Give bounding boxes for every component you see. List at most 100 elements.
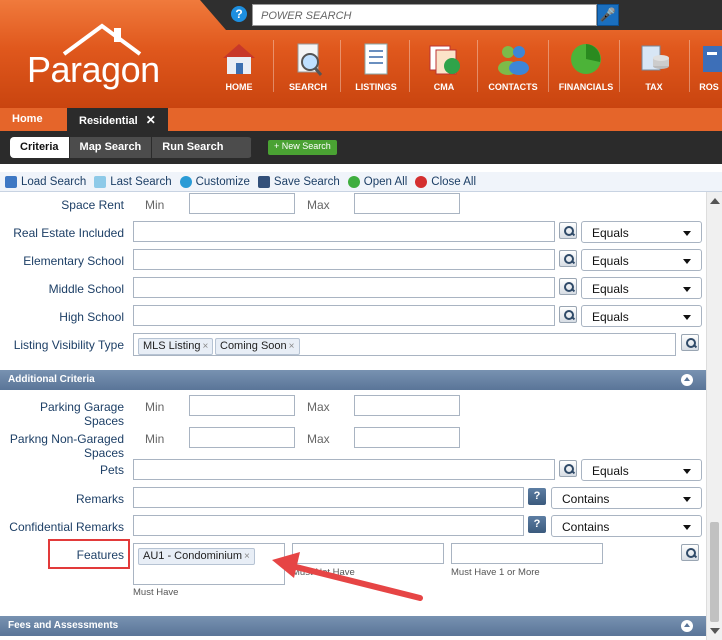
parking-non-garaged-max-label: Max	[307, 432, 330, 446]
customize-button[interactable]: Customize	[179, 175, 250, 188]
tag-coming-soon[interactable]: Coming Soon ×	[215, 338, 300, 355]
pets-input[interactable]	[133, 459, 555, 480]
close-tab-icon[interactable]: ✕	[146, 113, 156, 127]
search-doc-icon	[297, 43, 323, 76]
help-icon[interactable]: ?	[528, 488, 546, 505]
section-title: Fees and Assessments	[8, 620, 119, 631]
high-school-input[interactable]	[133, 305, 555, 326]
operator-value: Contains	[562, 492, 610, 506]
tab-home[interactable]: Home	[0, 108, 55, 131]
lookup-icon[interactable]	[559, 250, 577, 267]
nav-tax[interactable]: TAX	[619, 40, 689, 92]
new-search-button[interactable]: + New Search	[268, 140, 337, 155]
lookup-icon[interactable]	[559, 222, 577, 239]
tab-home-label: Home	[12, 113, 43, 125]
space-rent-max-label: Max	[307, 198, 330, 212]
chevron-down-icon	[683, 287, 691, 292]
nav-cma[interactable]: CMA	[409, 40, 479, 92]
features-must-have-input[interactable]: AU1 - Condominium ×	[133, 543, 285, 585]
tag-label: MLS Listing	[143, 340, 201, 352]
parking-non-garaged-min-label: Min	[145, 432, 165, 446]
nav-roster[interactable]: ROS	[689, 40, 722, 92]
must-have-hint: Must Have	[133, 587, 179, 598]
nav-listings[interactable]: LISTINGS	[341, 40, 411, 92]
elementary-school-operator[interactable]: Equals	[581, 249, 702, 271]
lookup-icon[interactable]	[681, 544, 699, 561]
nav-search[interactable]: SEARCH	[273, 40, 343, 92]
high-school-operator[interactable]: Equals	[581, 305, 702, 327]
remarks-operator[interactable]: Contains	[551, 487, 702, 509]
operator-value: Equals	[592, 254, 629, 268]
space-rent-min-input[interactable]	[189, 193, 295, 214]
help-icon[interactable]: ?	[528, 516, 546, 533]
microphone-icon[interactable]: 🎤	[597, 4, 619, 26]
elementary-school-input[interactable]	[133, 249, 555, 270]
help-icon[interactable]: ?	[231, 6, 247, 22]
nav-contacts[interactable]: CONTACTS	[478, 40, 548, 92]
nav-home[interactable]: HOME	[204, 40, 274, 92]
load-search-button[interactable]: Load Search	[5, 175, 87, 188]
tab-bar: Home Residential ✕	[0, 108, 722, 131]
middle-school-operator[interactable]: Equals	[581, 277, 702, 299]
nav-search-label: SEARCH	[288, 82, 327, 92]
fees-assessments-header[interactable]: Fees and Assessments	[0, 616, 706, 636]
parking-garage-max-input[interactable]	[354, 395, 460, 416]
pets-operator[interactable]: Equals	[581, 459, 702, 481]
parking-non-garaged-max-input[interactable]	[354, 427, 460, 448]
listing-visibility-input[interactable]: MLS Listing × Coming Soon ×	[133, 333, 676, 356]
collapse-icon[interactable]	[681, 374, 693, 386]
tab-map-search[interactable]: Map Search	[70, 137, 153, 158]
open-all-label: Open All	[363, 175, 408, 188]
open-all-button[interactable]: Open All	[347, 175, 408, 188]
nav-financials-label: FINANCIALS	[558, 82, 614, 92]
customize-label: Customize	[195, 175, 250, 188]
remove-tag-icon[interactable]: ×	[289, 341, 295, 352]
label-line: Spaces	[83, 414, 124, 428]
financials-icon	[571, 44, 601, 74]
tag-au1-condominium[interactable]: AU1 - Condominium ×	[138, 548, 255, 565]
confidential-remarks-operator[interactable]: Contains	[551, 515, 702, 537]
additional-criteria-header[interactable]: Additional Criteria	[0, 370, 706, 390]
operator-value: Equals	[592, 282, 629, 296]
lookup-icon[interactable]	[681, 334, 699, 351]
scroll-up-icon[interactable]	[710, 198, 720, 204]
remarks-input[interactable]	[133, 487, 524, 508]
close-all-button[interactable]: Close All	[415, 175, 476, 188]
load-search-label: Load Search	[21, 175, 87, 188]
remove-tag-icon[interactable]: ×	[202, 341, 208, 352]
features-must-have-one-input[interactable]	[451, 543, 603, 564]
parking-garage-min-label: Min	[145, 400, 165, 414]
home-icon	[223, 44, 255, 74]
remove-tag-icon[interactable]: ×	[244, 551, 250, 562]
parking-non-garaged-min-input[interactable]	[189, 427, 295, 448]
power-search-input[interactable]: POWER SEARCH	[252, 4, 597, 26]
middle-school-input[interactable]	[133, 277, 555, 298]
confidential-remarks-input[interactable]	[133, 515, 524, 536]
collapse-icon[interactable]	[681, 620, 693, 632]
tab-run-search[interactable]: Run Search	[152, 137, 253, 158]
space-rent-max-input[interactable]	[354, 193, 460, 214]
save-search-button[interactable]: Save Search	[257, 175, 340, 188]
search-toolbar: Load Search Last Search Customize Save S…	[0, 172, 722, 192]
lookup-icon[interactable]	[559, 306, 577, 323]
last-search-label: Last Search	[110, 175, 172, 188]
nav-cma-label: CMA	[433, 82, 455, 92]
tab-criteria[interactable]: Criteria	[10, 137, 70, 158]
scroll-down-icon[interactable]	[710, 628, 720, 634]
parking-garage-min-input[interactable]	[189, 395, 295, 416]
last-search-button[interactable]: Last Search	[94, 175, 172, 188]
operator-value: Equals	[592, 226, 629, 240]
tag-mls-listing[interactable]: MLS Listing ×	[138, 338, 214, 355]
chevron-down-icon	[683, 315, 691, 320]
real-estate-included-input[interactable]	[133, 221, 555, 242]
save-search-label: Save Search	[273, 175, 340, 188]
lookup-icon[interactable]	[559, 278, 577, 295]
nav-financials[interactable]: FINANCIALS	[551, 40, 621, 92]
scroll-thumb[interactable]	[710, 522, 719, 622]
must-have-one-hint: Must Have 1 or More	[451, 567, 540, 578]
tab-residential[interactable]: Residential ✕	[67, 108, 168, 131]
vertical-scrollbar[interactable]	[706, 192, 722, 640]
real-estate-included-operator[interactable]: Equals	[581, 221, 702, 243]
lookup-icon[interactable]	[559, 460, 577, 477]
label-line: Parking Garage	[39, 400, 124, 414]
